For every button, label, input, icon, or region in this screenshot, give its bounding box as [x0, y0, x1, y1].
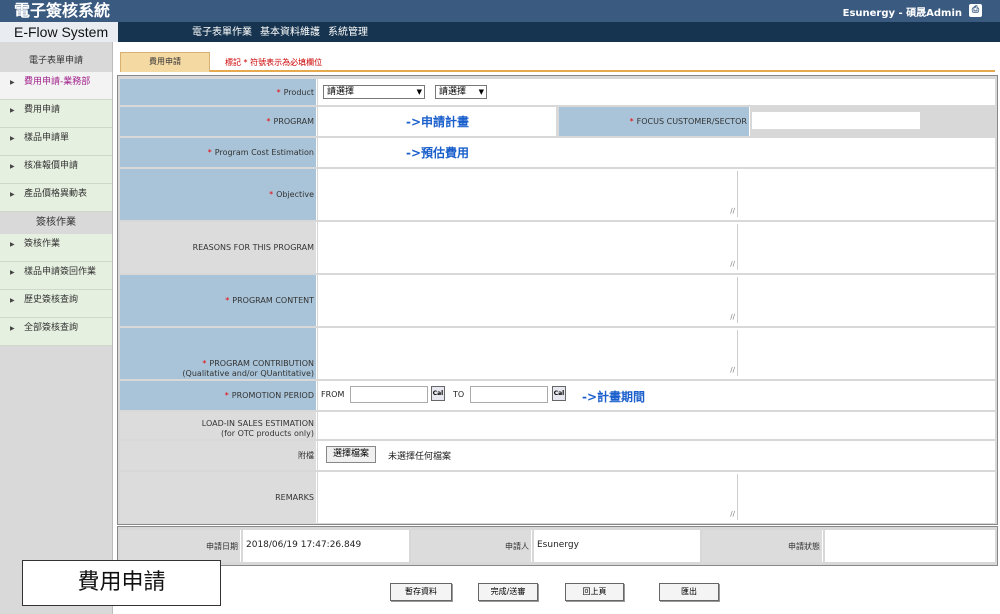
label-attach: 附檔	[298, 451, 314, 460]
promotion-hint: ->計畫期間	[582, 390, 646, 404]
row-attach: 附檔 選擇檔案 未選擇任何檔案	[120, 441, 995, 470]
row-program: * PROGRAM ->申請計畫 * FOCUS CUSTOMER/SECTOR	[120, 107, 995, 136]
label-applicant: 申請人	[505, 541, 529, 551]
tab-expense[interactable]: 費用申請	[120, 52, 210, 72]
remarks-textarea[interactable]: ∕∕	[320, 474, 738, 520]
calendar-to-icon[interactable]: Cal	[552, 386, 566, 401]
sidebar-item-sample[interactable]: 樣品申請單	[0, 128, 112, 156]
menu-basic-data[interactable]: 基本資料維護	[260, 22, 320, 44]
brand-title: 電子簽核系統	[14, 1, 111, 20]
label-program: PROGRAM	[273, 117, 315, 126]
from-label: FROM	[321, 390, 345, 399]
row-content: * PROGRAM CONTENT ∕∕	[120, 275, 995, 326]
nav-bar: E-Flow System 電子表單作業 基本資料維護 系統管理	[0, 22, 1000, 42]
contribution-textarea[interactable]: ∕∕	[320, 330, 738, 376]
resize-grip-icon[interactable]: ∕∕	[730, 260, 735, 268]
row-reasons: REASONS FOR THIS PROGRAM ∕∕	[120, 222, 995, 273]
file-status: 未選擇任何檔案	[388, 452, 452, 462]
sidebar-item-sign[interactable]: 簽核作業	[0, 234, 112, 262]
label-product: Product	[283, 87, 314, 97]
exit-icon[interactable]: ⎙	[969, 4, 982, 17]
row-loadin: LOAD-IN SALES ESTIMATION (for OTC produc…	[120, 412, 995, 439]
label-remarks: REMARKS	[275, 493, 314, 502]
resize-grip-icon[interactable]: ∕∕	[730, 313, 735, 321]
sidebar-section-sign: 簽核作業	[0, 212, 112, 234]
cost-input[interactable]: ->預估費用	[318, 138, 995, 167]
loadin-input[interactable]	[320, 416, 736, 433]
label-loadin: LOAD-IN SALES ESTIMATION	[201, 419, 314, 428]
apply-status	[825, 530, 995, 562]
page-caption: 費用申請	[22, 560, 221, 606]
row-remarks: REMARKS ∕∕	[120, 472, 995, 523]
required-note: 標記 * 符號表示為必填欄位	[225, 58, 323, 67]
menu-eform[interactable]: 電子表單作業	[192, 22, 252, 44]
choose-file-button[interactable]: 選擇檔案	[326, 446, 377, 463]
top-bar: 電子簽核系統 Esunergy - 碩晟Admin ⎙	[0, 0, 1000, 22]
resize-grip-icon[interactable]: ∕∕	[730, 510, 735, 518]
main-menu: 電子表單作業 基本資料維護 系統管理	[192, 22, 368, 44]
menu-system[interactable]: 系統管理	[328, 22, 368, 44]
label-contribution: PROGRAM CONTRIBUTION	[209, 359, 314, 368]
sidebar-item-history[interactable]: 歷史簽核查詢	[0, 290, 112, 318]
row-promotion: * PROMOTION PERIOD FROM Cal TO Cal ->計畫期間	[120, 381, 995, 410]
row-contribution: * PROGRAM CONTRIBUTION (Qualitative and/o…	[120, 328, 995, 379]
reasons-textarea[interactable]: ∕∕	[320, 224, 738, 270]
sidebar-item-all[interactable]: 全部簽核查詢	[0, 318, 112, 346]
focus-input[interactable]	[752, 112, 920, 129]
info-bar: 申請日期 2018/06/19 17:47:26.849 申請人 Esunerg…	[117, 526, 998, 566]
row-objective: * Objective ∕∕	[120, 169, 995, 220]
system-name: E-Flow System	[0, 22, 118, 42]
main-content: 費用申請 標記 * 符號表示為必填欄位 *Product 請選擇 請選擇 *PR…	[113, 42, 1000, 614]
program-hint: ->申請計畫	[406, 115, 470, 129]
sidebar-item-quote[interactable]: 核准報價申請	[0, 156, 112, 184]
label-contribution-sub: (Qualitative and/or QUantitative)	[182, 369, 314, 378]
label-loadin-sub: (for OTC products only)	[220, 429, 314, 438]
applicant: Esunergy	[537, 540, 579, 550]
sidebar-section-eform: 電子表單申請	[0, 50, 112, 72]
export-button[interactable]: 匯出	[659, 583, 719, 601]
from-date-input[interactable]	[350, 386, 428, 403]
save-draft-button[interactable]: 暫存資料	[390, 583, 452, 601]
content-textarea[interactable]: ∕∕	[320, 277, 738, 323]
apply-date: 2018/06/19 17:47:26.849	[246, 540, 362, 550]
resize-grip-icon[interactable]: ∕∕	[730, 207, 735, 215]
cost-hint: ->預估費用	[406, 146, 470, 160]
expense-form: *Product 請選擇 請選擇 *PROGRAM ->申請計畫 *FOCUS …	[117, 75, 998, 525]
label-status: 申請狀態	[788, 541, 820, 551]
resize-grip-icon[interactable]: ∕∕	[730, 366, 735, 374]
calendar-from-icon[interactable]: Cal	[431, 386, 445, 401]
sidebar-item-price-change[interactable]: 產品價格異動表	[0, 184, 112, 212]
user-info: Esunergy - 碩晟Admin	[842, 8, 962, 19]
to-label: TO	[453, 390, 465, 399]
label-objective: Objective	[276, 190, 314, 199]
label-cost: Program Cost Estimation	[214, 148, 314, 157]
row-product: *Product 請選擇 請選擇	[120, 79, 995, 105]
label-content: PROGRAM CONTENT	[232, 296, 314, 305]
objective-textarea[interactable]: ∕∕	[320, 171, 738, 217]
sidebar-item-expense-sales[interactable]: 費用申請-業務部	[0, 72, 112, 100]
label-focus: FOCUS CUSTOMER/SECTOR	[636, 117, 747, 126]
product-select-1[interactable]: 請選擇	[323, 85, 425, 99]
sidebar: 電子表單申請 費用申請-業務部 費用申請 樣品申請單 核准報價申請 產品價格異動…	[0, 42, 113, 614]
label-date: 申請日期	[206, 541, 238, 551]
submit-button[interactable]: 完成/送審	[478, 583, 538, 601]
row-cost: * Program Cost Estimation ->預估費用	[120, 138, 995, 167]
label-promotion: PROMOTION PERIOD	[231, 391, 314, 400]
back-button[interactable]: 回上頁	[565, 583, 624, 601]
product-select-2[interactable]: 請選擇	[435, 85, 487, 99]
tab-bar: 費用申請 標記 * 符號表示為必填欄位	[120, 50, 995, 72]
sidebar-item-expense[interactable]: 費用申請	[0, 100, 112, 128]
label-reasons: REASONS FOR THIS PROGRAM	[192, 243, 314, 252]
program-input[interactable]: ->申請計畫	[318, 107, 556, 136]
sidebar-item-sample-return[interactable]: 樣品申請簽回作業	[0, 262, 112, 290]
to-date-input[interactable]	[470, 386, 548, 403]
